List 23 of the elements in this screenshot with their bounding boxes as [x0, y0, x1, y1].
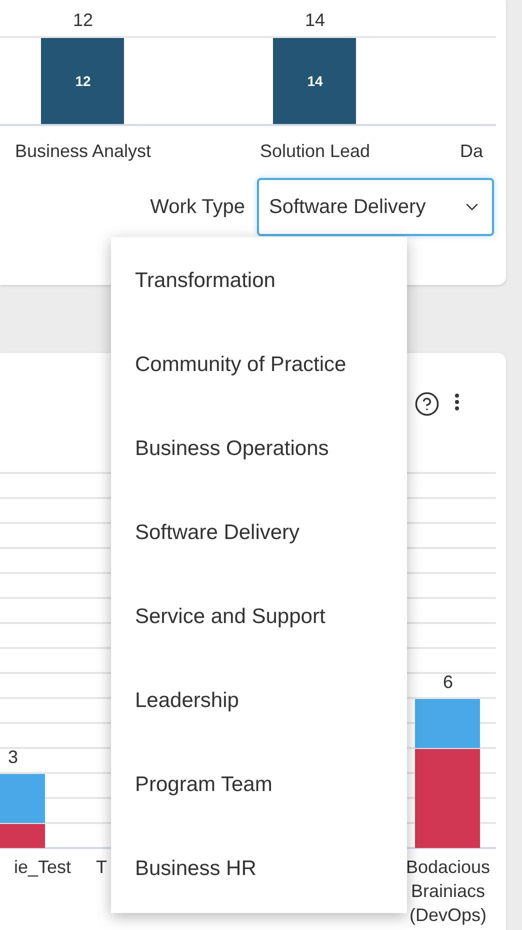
- value-label: 12: [72, 10, 94, 30]
- menu-item[interactable]: Software Delivery: [111, 491, 407, 575]
- work-type-select[interactable]: Software Delivery: [257, 178, 494, 236]
- work-type-label: Work Type: [150, 195, 245, 220]
- category-label: Solution Lead: [260, 141, 370, 161]
- bar-label: 14: [307, 73, 323, 89]
- menu-item[interactable]: Business Operations: [111, 407, 407, 491]
- category-label: Business Analyst: [14, 141, 152, 161]
- menu-item[interactable]: Service and Support: [111, 575, 407, 659]
- category-label: Bodacious Brainiacs (DevOps): [406, 857, 490, 925]
- menu-item[interactable]: Community of Practice: [111, 323, 407, 407]
- total-label: 6: [443, 672, 453, 692]
- category-label: T: [96, 857, 107, 877]
- help-icon[interactable]: [414, 391, 440, 417]
- value-label: 14: [304, 10, 326, 30]
- menu-item[interactable]: Leadership: [111, 659, 407, 743]
- category-label: ie_Test: [14, 857, 71, 877]
- menu-item[interactable]: Program Team: [111, 743, 407, 827]
- menu-item[interactable]: Transformation: [111, 239, 407, 323]
- bar-label: 12: [75, 73, 91, 89]
- menu-item[interactable]: Business HR: [111, 827, 407, 911]
- category-label: Da: [460, 141, 484, 161]
- total-label: 3: [8, 747, 18, 767]
